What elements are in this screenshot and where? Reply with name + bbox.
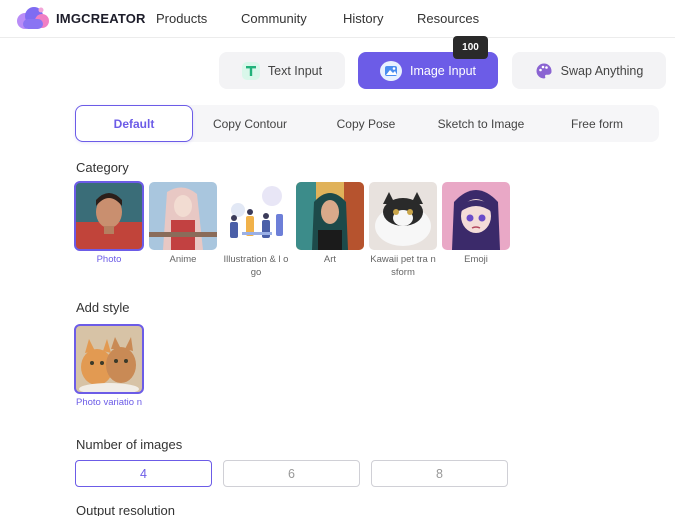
category-photo[interactable]: Photo (74, 181, 144, 267)
style-photo-variation[interactable]: Photo variatio n (74, 324, 144, 410)
tab-sketch-to-image[interactable]: Sketch to Image (425, 105, 537, 142)
nav-products[interactable]: Products (156, 11, 207, 26)
category-label: Anime (169, 254, 197, 265)
category-anime[interactable]: Anime (149, 182, 217, 267)
category-label: Emoji (464, 254, 488, 265)
images-option-8[interactable]: 8 (371, 460, 508, 487)
text-t-icon (241, 61, 260, 80)
add-style-heading: Add style (76, 300, 130, 315)
category-heading: Category (76, 160, 129, 175)
photo-thumbnail[interactable] (74, 181, 144, 251)
anime-thumbnail[interactable] (149, 182, 217, 250)
credits-tooltip: 100 (453, 36, 488, 59)
nav-resources[interactable]: Resources (417, 11, 479, 26)
nav-community[interactable]: Community (241, 11, 307, 26)
output-resolution-heading: Output resolution (76, 503, 176, 516)
tab-free-form[interactable]: Free form (543, 105, 651, 142)
photo-variation-thumbnail[interactable] (74, 324, 144, 394)
images-option-4[interactable]: 4 (75, 460, 212, 487)
tab-default[interactable]: Default (75, 105, 193, 142)
generation-mode-tabs: Default Copy Contour Copy Pose Sketch to… (75, 105, 659, 142)
category-kawaii-pet[interactable]: Kawaii pet tra nsform (369, 182, 437, 279)
logo[interactable]: IMGCREATOR (15, 5, 146, 31)
text-input-label: Text Input (267, 63, 323, 78)
images-option-6[interactable]: 6 (223, 460, 360, 487)
logo-cloud-icon (15, 5, 51, 31)
emoji-thumbnail[interactable] (442, 182, 510, 250)
category-label: Kawaii pet tra nsform (370, 254, 436, 278)
text-input-button[interactable]: Text Input (219, 52, 345, 89)
nav-history[interactable]: History (343, 11, 383, 26)
number-of-images-heading: Number of images (76, 437, 183, 452)
style-label: Photo variatio n (75, 397, 142, 408)
kawaii-pet-thumbnail[interactable] (369, 182, 437, 250)
image-input-label: Image Input (409, 63, 476, 78)
category-emoji[interactable]: Emoji (442, 182, 510, 267)
tab-copy-pose[interactable]: Copy Pose (311, 105, 421, 142)
top-navigation: IMGCREATOR Products Community History Re… (0, 0, 675, 38)
swap-anything-button[interactable]: Swap Anything (512, 52, 666, 89)
category-illustration-logo[interactable]: Illustration & l ogo (222, 182, 290, 279)
category-art[interactable]: Art (296, 182, 364, 267)
tab-copy-contour[interactable]: Copy Contour (195, 105, 305, 142)
swap-anything-label: Swap Anything (560, 63, 644, 78)
image-icon (379, 60, 402, 81)
illustration-thumbnail[interactable] (222, 182, 290, 250)
palette-icon (535, 62, 553, 80)
category-label: Illustration & l ogo (223, 254, 289, 278)
category-label: Art (323, 254, 337, 265)
category-label: Photo (96, 254, 122, 265)
logo-text: IMGCREATOR (56, 10, 146, 26)
art-thumbnail[interactable] (296, 182, 364, 250)
